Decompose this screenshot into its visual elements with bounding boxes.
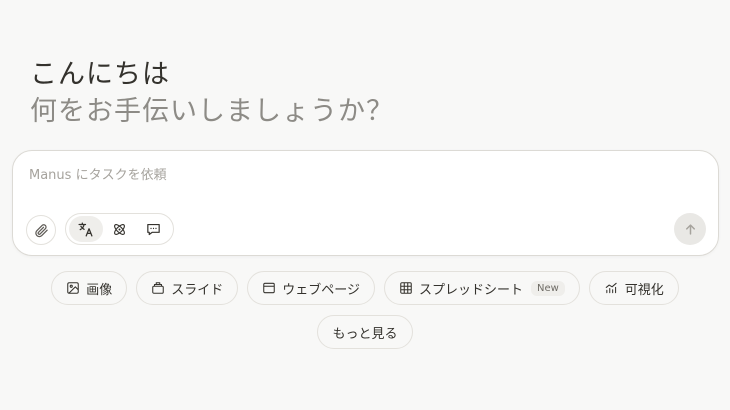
- quick-action-label: スプレッドシート: [418, 282, 523, 298]
- more-button[interactable]: もっと見る: [317, 315, 413, 349]
- quick-action-spreadsheet[interactable]: スプレッドシート New: [383, 271, 580, 305]
- greeting: こんにちは 何をお手伝いしましょうか？: [30, 56, 394, 130]
- greeting-subtitle: 何をお手伝いしましょうか？: [30, 96, 394, 127]
- task-composer: [12, 150, 719, 256]
- chat-bubble-icon: [146, 223, 160, 235]
- table-grid-icon: [400, 282, 412, 294]
- attach-button[interactable]: [26, 215, 56, 245]
- quick-action-image[interactable]: 画像: [51, 271, 128, 305]
- new-badge: New: [530, 280, 565, 296]
- quick-action-webpage[interactable]: ウェブページ: [247, 271, 375, 305]
- atom-icon: [114, 223, 125, 235]
- quick-actions: 画像 スライド ウェブページ スプレッドシート New 可視化: [0, 271, 730, 305]
- mode-chat-button[interactable]: [136, 216, 170, 242]
- slides-icon: [152, 282, 164, 294]
- send-button[interactable]: [674, 213, 706, 245]
- greeting-title: こんにちは: [30, 59, 170, 90]
- task-input[interactable]: [29, 163, 669, 187]
- mode-translate-button[interactable]: [69, 216, 103, 242]
- quick-action-visualize[interactable]: 可視化: [588, 271, 679, 305]
- quick-action-label: スライド: [171, 282, 224, 298]
- quick-action-label: 画像: [86, 282, 113, 298]
- arrow-up-icon: [685, 223, 695, 235]
- quick-action-label: 可視化: [624, 282, 664, 298]
- more-row: もっと見る: [0, 315, 730, 349]
- mode-selector: [65, 213, 174, 245]
- quick-action-slides[interactable]: スライド: [136, 271, 239, 305]
- more-button-label: もっと見る: [332, 326, 398, 342]
- paperclip-icon: [34, 223, 48, 237]
- browser-window-icon: [263, 282, 275, 294]
- mode-agent-button[interactable]: [103, 216, 137, 242]
- translate-icon: [78, 221, 93, 237]
- image-icon: [67, 282, 79, 294]
- quick-action-label: ウェブページ: [282, 282, 360, 298]
- chart-icon: [605, 282, 617, 294]
